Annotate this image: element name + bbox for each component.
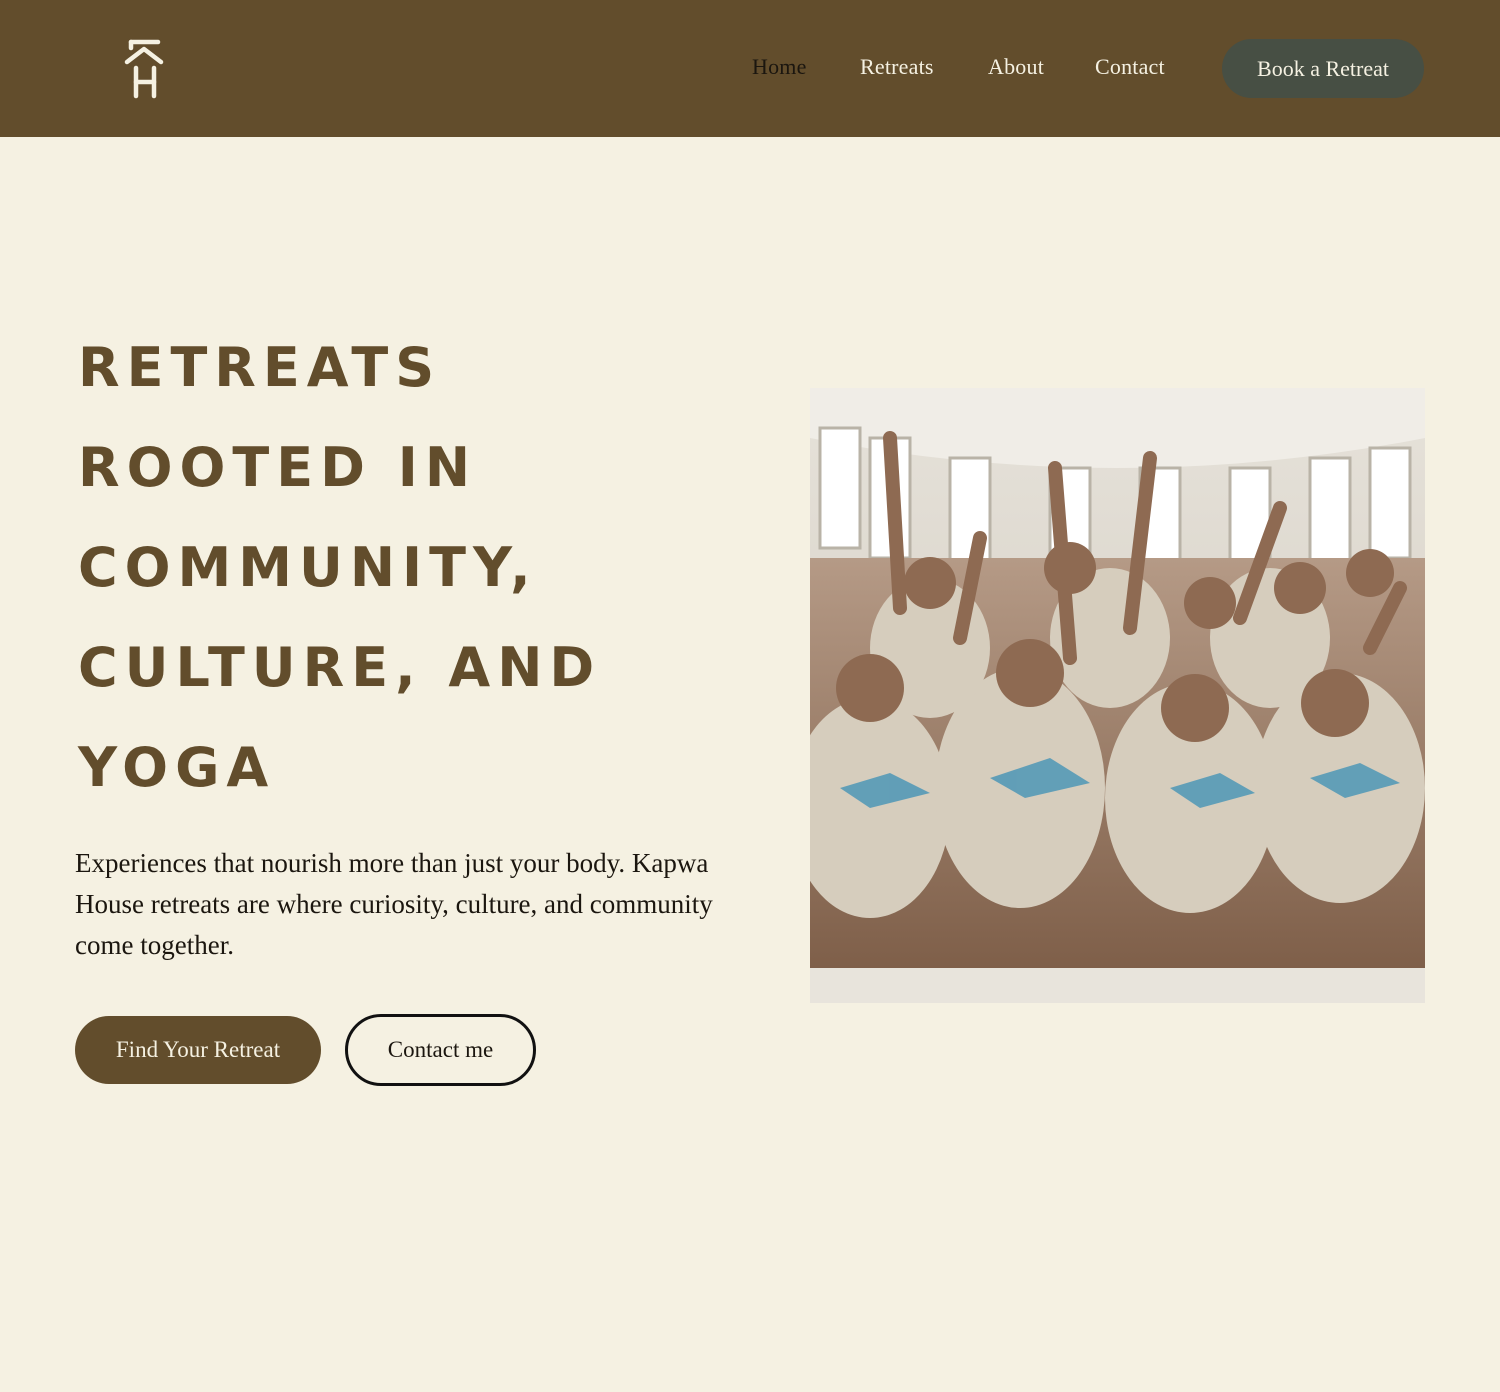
nav-contact[interactable]: Contact — [1095, 54, 1165, 80]
headline-line: community, — [78, 536, 538, 599]
find-retreat-button[interactable]: Find Your Retreat — [75, 1016, 321, 1084]
hero-headline: Retreats rooted in community, culture, a… — [78, 318, 718, 818]
kh-house-logo-icon[interactable] — [122, 38, 166, 100]
group-photo — [810, 388, 1425, 1003]
headline-line: rooted in — [78, 436, 478, 499]
nav-about[interactable]: About — [988, 54, 1044, 80]
nav-home[interactable]: Home — [752, 54, 807, 80]
headline-line: culture, and — [78, 636, 602, 699]
hero-subtext: Experiences that nourish more than just … — [75, 848, 713, 960]
contact-me-button[interactable]: Contact me — [345, 1014, 536, 1086]
site-header: Home Retreats About Contact Book a Retre… — [0, 0, 1500, 137]
headline-line: yoga — [78, 736, 276, 799]
nav-retreats[interactable]: Retreats — [860, 54, 934, 80]
book-retreat-button[interactable]: Book a Retreat — [1222, 39, 1424, 98]
headline-line: Retreats — [78, 336, 442, 399]
